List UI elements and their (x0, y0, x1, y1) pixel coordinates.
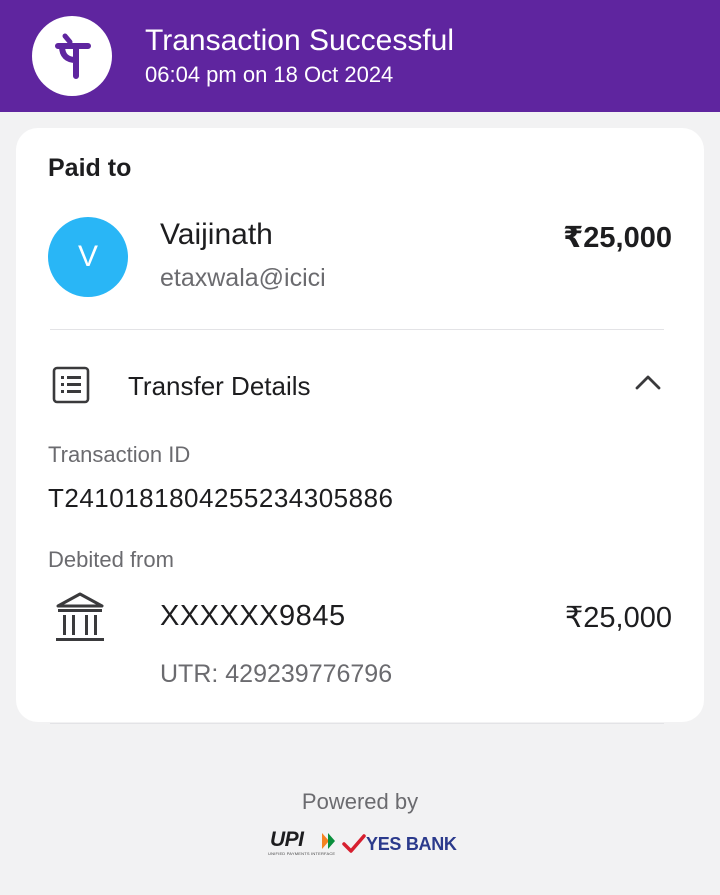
powered-by-label: Powered by (301, 789, 419, 814)
transaction-datetime: 06:04 pm on 18 Oct 2024 (145, 62, 394, 87)
divider (50, 329, 664, 330)
paid-to-label: Paid to (48, 154, 132, 182)
transfer-details-label[interactable]: Transfer Details (128, 371, 311, 402)
payee-upi-id: etaxwala@icici (160, 264, 326, 292)
phonepe-logo (32, 16, 112, 96)
utr-number[interactable]: UTR: 429239776796 (160, 660, 392, 689)
upi-arrows-icon (322, 833, 335, 849)
avatar: V (48, 217, 128, 297)
debited-amount: ₹25,000 (564, 602, 672, 634)
debit-account-number: XXXXXX9845 (160, 600, 346, 632)
upi-tagline: UNIFIED PAYMENTS INTERFACE (268, 851, 336, 856)
status-header: Transaction Successful 06:04 pm on 18 Oc… (0, 0, 720, 112)
partner-logos: UPI UNIFIED PAYMENTS INTERFACE YES BANK (268, 828, 458, 858)
upi-logo: UPI (270, 828, 304, 851)
transaction-id-value[interactable]: T2410181804255234305886 (48, 483, 394, 514)
yes-bank-tick-icon (342, 834, 366, 853)
avatar-letter: V (77, 240, 98, 273)
debited-from-label: Debited from (48, 547, 174, 572)
transaction-card: Paid to V Vaijinath etaxwala@icici ₹25,0… (16, 128, 704, 722)
receipt-list-icon (52, 366, 90, 409)
bank-icon (54, 590, 106, 651)
chevron-up-icon[interactable] (633, 372, 663, 397)
payee-name: Vaijinath (160, 218, 273, 251)
page-title: Transaction Successful (145, 24, 455, 57)
transaction-id-label: Transaction ID (48, 442, 191, 467)
divider (50, 723, 664, 724)
yes-bank-logo: YES BANK (366, 834, 457, 854)
paid-amount: ₹25,000 (563, 222, 672, 254)
phonepe-logo-icon (55, 33, 91, 79)
